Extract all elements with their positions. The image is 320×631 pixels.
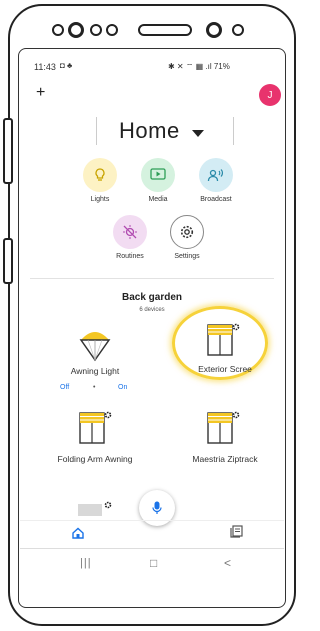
broadcast-icon: [199, 158, 233, 192]
device-tile-awning-light[interactable]: Awning Light Off • On: [40, 322, 150, 400]
lamp-icon: [79, 332, 111, 362]
bottom-nav-divider: [20, 520, 284, 521]
media-icon: [141, 158, 175, 192]
sensor-dot: [52, 24, 64, 36]
shortcut-label: Broadcast: [200, 196, 232, 203]
shortcut-label: Settings: [174, 253, 200, 260]
device-name: Maestria Ziptrack: [192, 454, 258, 464]
shortcut-label: Lights: [90, 196, 110, 203]
caret-down-icon: [192, 129, 205, 137]
shortcut-label: Media: [148, 196, 168, 203]
back-button[interactable]: <: [224, 556, 231, 570]
divider: [233, 117, 234, 145]
status-indicators: ✱ ✕ ⌔ ▦ .ıl 71%: [168, 62, 230, 71]
shortcut-label: Routines: [116, 253, 144, 260]
nav-home-button[interactable]: [72, 526, 84, 544]
shortcut-lights[interactable]: Lights: [70, 158, 130, 203]
sensor-dot: [232, 24, 244, 36]
section-divider: [30, 278, 274, 279]
device-name: Awning Light: [70, 366, 120, 376]
front-camera: [68, 22, 84, 38]
microphone-icon: [152, 501, 162, 514]
device-tile-maestria-ziptrack[interactable]: Maestria Ziptrack: [170, 408, 280, 468]
shortcut-broadcast[interactable]: Broadcast: [186, 158, 246, 203]
account-avatar[interactable]: J: [259, 84, 281, 106]
routines-icon: [113, 215, 147, 249]
page-title: Home: [119, 118, 180, 143]
device-tile-partial[interactable]: [74, 498, 114, 516]
blind-icon: [78, 501, 112, 516]
avatar-letter: J: [267, 89, 273, 101]
room-title: Back garden: [121, 292, 183, 303]
earpiece-speaker: [138, 24, 192, 36]
system-nav-divider: [20, 548, 284, 549]
bulb-icon: [83, 158, 117, 192]
volume-button: [3, 118, 13, 184]
blind-icon: [207, 323, 240, 356]
nav-feed-button[interactable]: [230, 525, 243, 543]
camera-lens: [206, 22, 222, 38]
home-selector[interactable]: Home: [119, 118, 205, 144]
gear-icon: [170, 215, 204, 249]
shortcut-settings[interactable]: Settings: [157, 215, 217, 260]
control-separator: •: [93, 384, 96, 391]
device-tile-folding-arm-awning[interactable]: Folding Arm Awning: [40, 408, 150, 468]
device-name: Folding Arm Awning: [57, 454, 133, 464]
system-home-button[interactable]: □: [150, 556, 157, 570]
sensor-dot: [90, 24, 102, 36]
device-name: Exterior Scree: [198, 364, 252, 374]
blind-icon: [207, 411, 240, 444]
power-button: [3, 238, 13, 284]
divider: [96, 117, 97, 145]
shortcut-routines[interactable]: Routines: [100, 215, 160, 260]
feed-icon: [230, 525, 243, 538]
status-time: 11:43: [34, 62, 56, 72]
recents-button[interactable]: |||: [80, 557, 92, 569]
status-notification-icons: ◘ ♣: [60, 61, 73, 70]
off-button[interactable]: Off: [60, 384, 69, 391]
sensor-dot: [106, 24, 118, 36]
shortcut-media[interactable]: Media: [128, 158, 188, 203]
on-button[interactable]: On: [118, 384, 127, 391]
add-button[interactable]: +: [36, 84, 45, 102]
device-tile-exterior-screen[interactable]: Exterior Scree: [170, 320, 280, 380]
home-icon: [72, 527, 84, 539]
blind-icon: [79, 411, 112, 444]
